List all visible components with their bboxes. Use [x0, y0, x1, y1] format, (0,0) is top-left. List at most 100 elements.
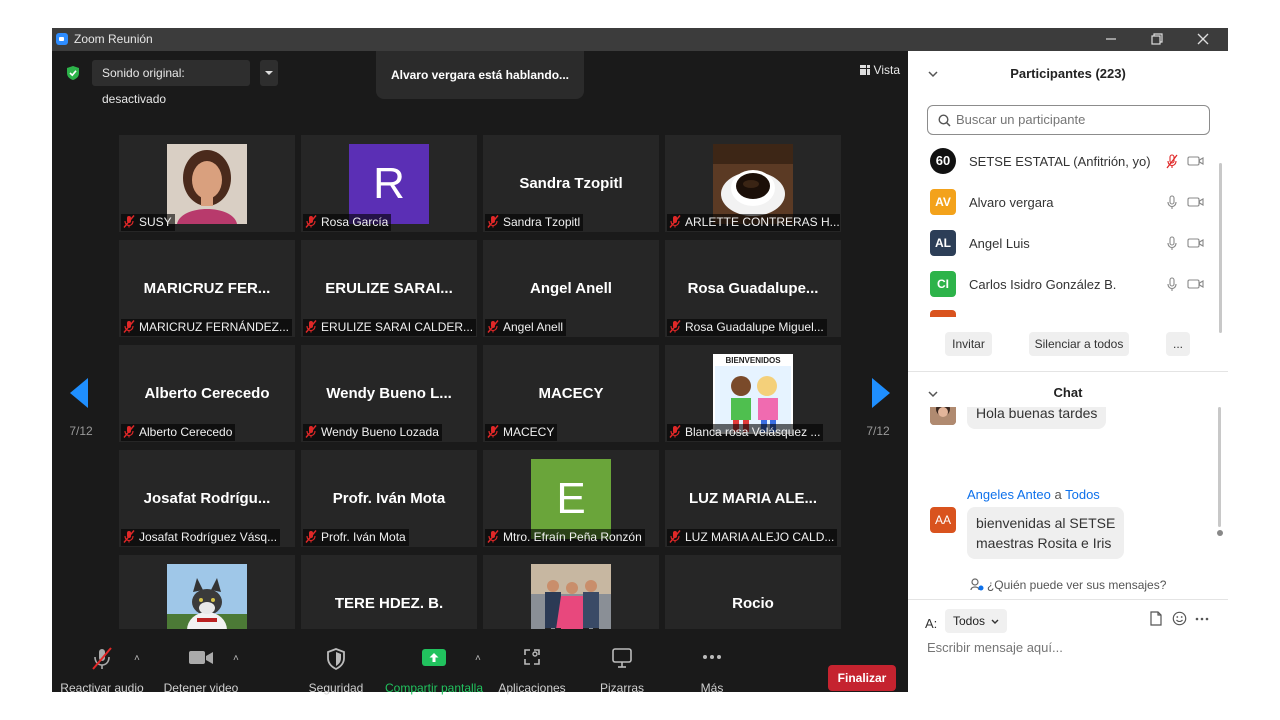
share-screen-label: Compartir pantalla: [384, 681, 484, 695]
participant-name: ERULIZE SARAI CALDER...: [321, 320, 474, 334]
more-button[interactable]: Más: [701, 647, 723, 695]
original-sound-dropdown[interactable]: [260, 60, 278, 86]
participant-row[interactable]: AL Angel Luis: [908, 223, 1218, 264]
mute-all-button[interactable]: Silenciar a todos: [1029, 332, 1129, 356]
participant-display-name: MACECY: [538, 385, 604, 402]
muted-mic-icon: [669, 215, 681, 228]
participant-display-name: Rosa Guadalupe...: [687, 280, 819, 297]
chat-scroll-end-dot: [1217, 530, 1223, 536]
stop-video-button[interactable]: Detener video: [164, 647, 238, 695]
apps-label: Aplicaciones: [498, 681, 566, 695]
audio-options-caret[interactable]: ˄: [134, 653, 140, 664]
grid-view-icon: [859, 65, 870, 75]
sender-avatar: AA: [930, 507, 956, 533]
participant-row-partial: [908, 305, 1218, 317]
security-label: Seguridad: [308, 681, 364, 695]
muted-mic-icon: [123, 530, 135, 543]
share-screen-button[interactable]: Compartir pantalla: [385, 647, 483, 695]
video-tile[interactable]: LUZ MARIA ALE... LUZ MARIA ALEJO CALD...: [665, 450, 841, 547]
chat-title: Chat: [1053, 385, 1083, 400]
video-tile[interactable]: Wendy Bueno L... Wendy Bueno Lozada: [301, 345, 477, 442]
video-tile[interactable]: E Mtro. Efraín Peña Ronzón: [483, 450, 659, 547]
video-options-caret[interactable]: ˄: [233, 653, 239, 664]
muted-mic-icon: [305, 425, 317, 438]
video-tile[interactable]: Alberto Cerecedo Alberto Cerecedo: [119, 345, 295, 442]
participant-name: Mtro. Efraín Peña Ronzón: [503, 530, 642, 544]
unmute-audio-button[interactable]: Reactivar audio: [60, 647, 144, 695]
video-tile[interactable]: SUSY: [119, 135, 295, 232]
minimize-button[interactable]: [1088, 28, 1134, 51]
view-button[interactable]: Vista: [859, 63, 900, 77]
original-sound-button[interactable]: Sonido original: desactivado: [92, 60, 250, 106]
participants-more-button[interactable]: ...: [1166, 332, 1190, 356]
video-tile[interactable]: ERULIZE SARAI... ERULIZE SARAI CALDER...: [301, 240, 477, 337]
share-options-caret[interactable]: ˄: [475, 653, 481, 664]
participants-scrollbar[interactable]: [1218, 163, 1223, 333]
file-attach-icon[interactable]: [1149, 611, 1163, 626]
muted-mic-icon: [305, 215, 317, 228]
next-page-arrow-icon[interactable]: [872, 378, 890, 408]
who-can-see-messages[interactable]: ¿Quién puede ver sus mensajes?: [908, 571, 1228, 599]
restore-button[interactable]: [1134, 28, 1180, 51]
muted-mic-icon: [669, 320, 681, 333]
participant-display-name: Angel Anell: [530, 280, 612, 297]
emoji-icon[interactable]: [1172, 611, 1187, 626]
video-tile[interactable]: Angel Anell Angel Anell: [483, 240, 659, 337]
meeting-toolbar: Reactivar audio ˄ Detener video ˄ Seguri…: [52, 629, 908, 695]
participants-scroll-thumb[interactable]: [1219, 163, 1222, 333]
chat-header: Chat: [908, 51, 1228, 400]
video-camera-icon: [1187, 197, 1204, 207]
participant-name-label: ERULIZE SARAI CALDER...: [303, 319, 476, 336]
apps-button[interactable]: Aplicaciones: [498, 647, 566, 695]
participant-name: MACECY: [503, 425, 555, 439]
participant-name-label: Josafat Rodríguez Vásq...: [121, 529, 281, 546]
chat-message-bubble: Hola buenas tardes: [967, 407, 1107, 429]
invite-button[interactable]: Invitar: [945, 332, 992, 356]
participant-search-input[interactable]: [954, 111, 1198, 128]
participant-name: ARLETTE CONTRERAS H...: [685, 215, 840, 229]
avatar-photo-icon: [930, 407, 956, 425]
view-label: Vista: [873, 63, 900, 77]
participant-name: Josafat Rodríguez Vásq...: [139, 530, 278, 544]
participant-display-name: ERULIZE SARAI...: [325, 280, 453, 297]
video-tile[interactable]: MARICRUZ FER... MARICRUZ FERNÁNDEZ...: [119, 240, 295, 337]
close-button[interactable]: [1180, 28, 1226, 51]
chat-more-icon[interactable]: [1195, 617, 1209, 621]
chat-input-divider: [908, 599, 1228, 600]
previous-page-arrow-icon[interactable]: [70, 378, 88, 408]
muted-mic-icon: [305, 320, 317, 333]
end-meeting-button[interactable]: Finalizar: [828, 665, 896, 691]
more-dots-icon: [703, 655, 721, 659]
participant-search[interactable]: [927, 105, 1210, 135]
chevron-down-icon: [991, 619, 999, 624]
participant-row[interactable]: AV Alvaro vergara: [908, 182, 1218, 223]
whiteboards-button[interactable]: Pizarras: [600, 647, 644, 695]
muted-mic-icon: [487, 425, 499, 438]
chat-sender-name[interactable]: Angeles Anteo: [967, 487, 1051, 502]
chat-message-input[interactable]: [925, 639, 1209, 656]
video-tile[interactable]: Josafat Rodrígu... Josafat Rodríguez Vásq…: [119, 450, 295, 547]
mic-icon: [1167, 195, 1177, 209]
muted-mic-icon: [305, 530, 317, 543]
video-tile[interactable]: ARLETTE CONTRERAS H...: [665, 135, 841, 232]
video-tile[interactable]: Rosa Guadalupe... Rosa Guadalupe Miguel..…: [665, 240, 841, 337]
encryption-shield-icon[interactable]: [66, 65, 80, 81]
muted-mic-icon: [669, 425, 681, 438]
chat-recipient[interactable]: Todos: [1065, 487, 1100, 502]
participant-video-image: [713, 144, 793, 224]
participant-row[interactable]: 60 SETSE ESTATAL (Anfitrión, yo): [908, 141, 1218, 182]
video-tile[interactable]: BIENVENIDOS Blanca rosa Velásquez ...: [665, 345, 841, 442]
video-tile[interactable]: R Rosa García: [301, 135, 477, 232]
video-tile[interactable]: Sandra Tzopitl Sandra Tzopitl: [483, 135, 659, 232]
chat-scrollbar[interactable]: [1218, 407, 1221, 527]
participant-name: SETSE ESTATAL (Anfitrión, yo): [969, 154, 1151, 169]
chat-recipient-select[interactable]: Todos: [945, 609, 1008, 633]
participant-name-label: Angel Anell: [485, 319, 567, 336]
video-tile[interactable]: Profr. Iván Mota Profr. Iván Mota: [301, 450, 477, 547]
participant-display-name: Sandra Tzopitl: [519, 175, 623, 192]
participant-list: 60 SETSE ESTATAL (Anfitrión, yo) AV Alvaro …: [908, 141, 1218, 317]
security-button[interactable]: Seguridad: [309, 647, 363, 695]
participant-row[interactable]: CI Carlos Isidro González B.: [908, 264, 1218, 305]
video-tile[interactable]: MACECY MACECY: [483, 345, 659, 442]
participant-name: Wendy Bueno Lozada: [321, 425, 439, 439]
